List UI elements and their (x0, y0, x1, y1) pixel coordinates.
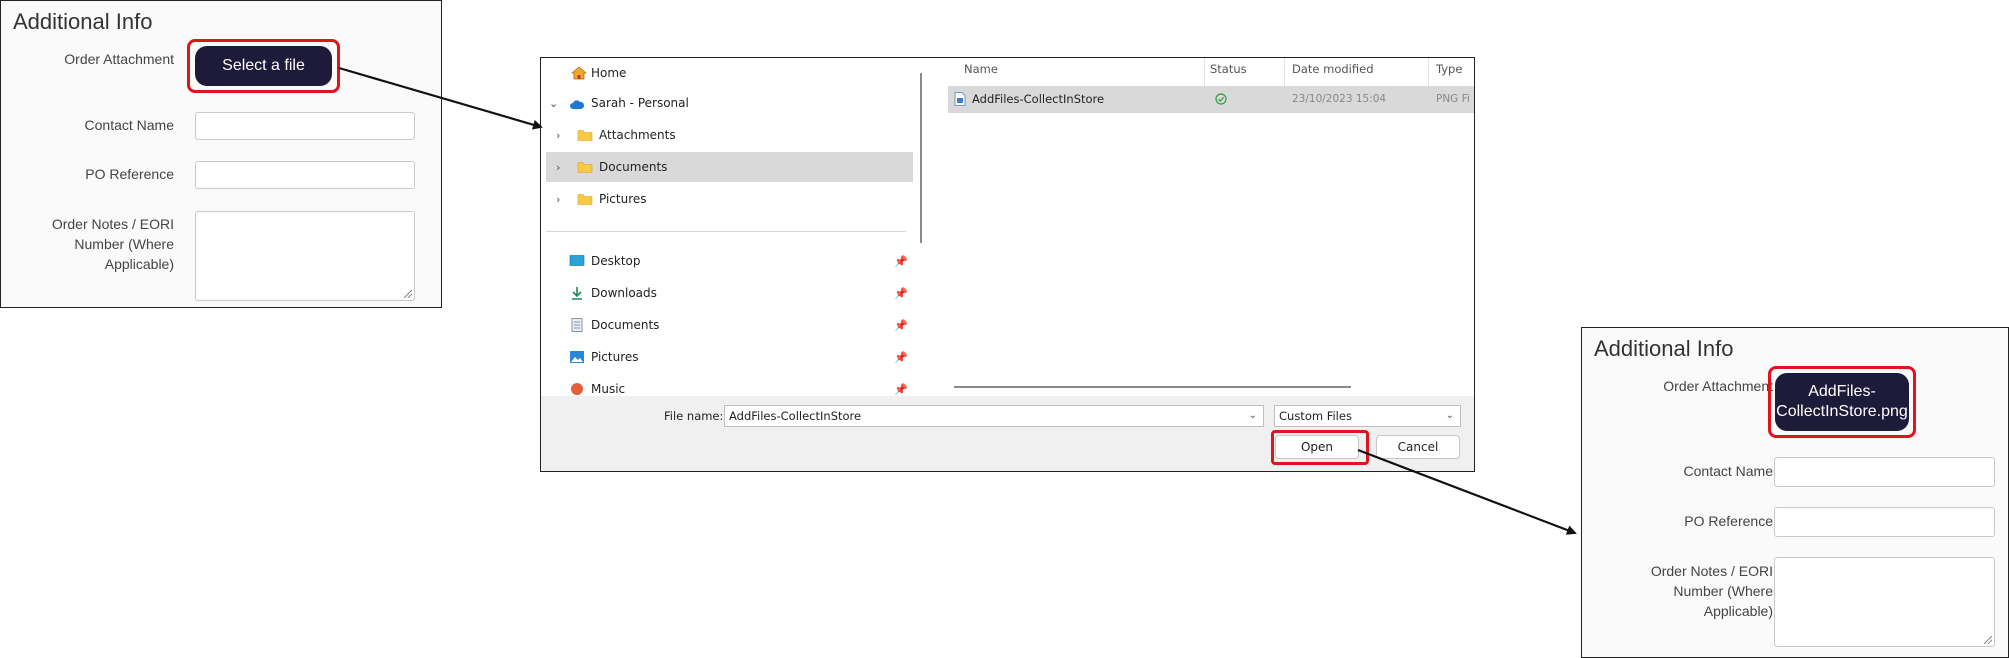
flow-arrows (338, 66, 1577, 535)
arrow-to-dialog (338, 66, 543, 130)
arrow-to-result (1357, 448, 1577, 535)
